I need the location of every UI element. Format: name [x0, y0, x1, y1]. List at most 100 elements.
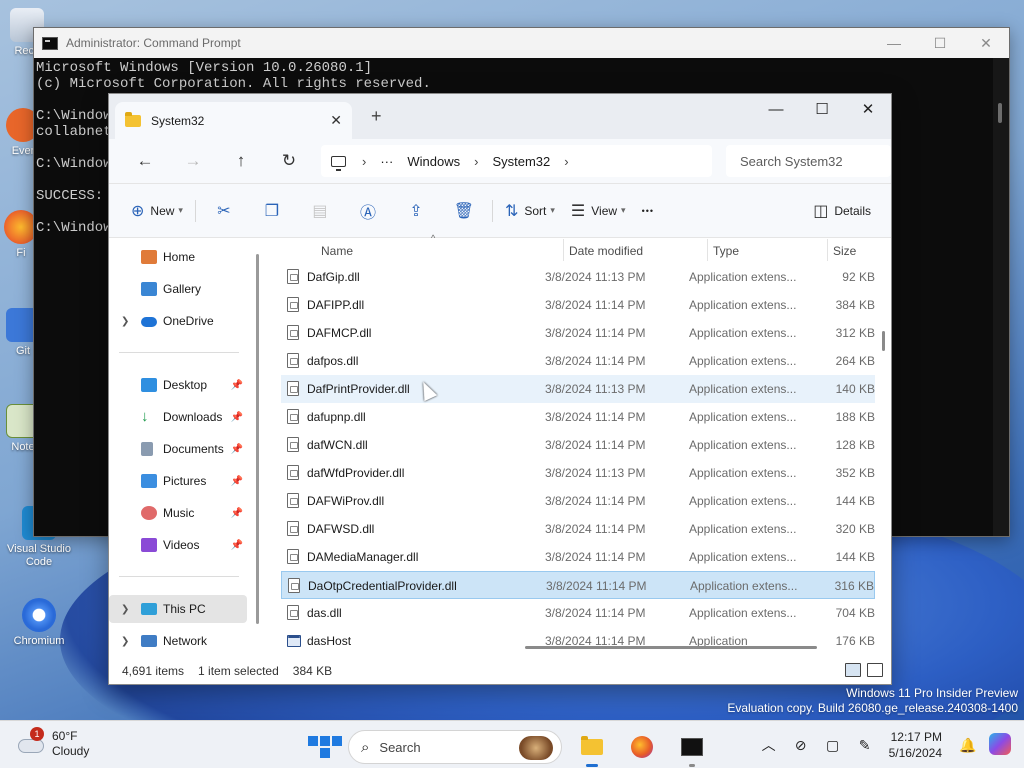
sidebar-item-home[interactable]: Home: [109, 243, 247, 271]
file-name: dafupnp.dll: [307, 410, 366, 424]
vertical-scrollbar[interactable]: [882, 331, 885, 351]
tab-system32[interactable]: System32 ✕: [115, 102, 352, 139]
share-button[interactable]: ⇪: [392, 195, 440, 227]
start-button[interactable]: [308, 730, 342, 764]
minimize-button[interactable]: —: [753, 94, 799, 124]
details-pane-button[interactable]: ◫ Details: [805, 195, 879, 227]
taskbar-terminal[interactable]: [672, 727, 712, 767]
file-explorer-window[interactable]: System32 ✕ + — ☐ ✕ ← → ↑ ↻ › ··· Windows…: [108, 93, 892, 685]
breadcrumb-overflow[interactable]: ···: [380, 154, 393, 169]
navigation-pane[interactable]: Home Gallery ❯ OneDrive Desktop 📌 ↓ Down…: [109, 239, 259, 659]
taskbar-file-explorer[interactable]: [572, 727, 612, 767]
close-button[interactable]: ✕: [845, 94, 891, 124]
search-input[interactable]: Search System32: [726, 145, 891, 177]
pin-icon[interactable]: 📌: [231, 508, 243, 519]
chevron-right-icon[interactable]: ❯: [121, 316, 129, 327]
file-rows: DafGip.dll 3/8/2024 11:13 PM Application e…: [281, 263, 875, 655]
view-button[interactable]: ☰ View ▾: [563, 195, 634, 227]
notification-bell-icon[interactable]: 🔔: [952, 737, 984, 754]
breadcrumb-system32[interactable]: System32: [492, 154, 550, 169]
sidebar-item-downloads[interactable]: ↓ Downloads 📌: [109, 403, 247, 431]
nav-divider: [119, 576, 239, 577]
up-button[interactable]: ↑: [217, 151, 265, 171]
new-tab-button[interactable]: +: [371, 106, 382, 127]
new-button[interactable]: ⊕ New ▾: [123, 195, 191, 227]
delete-button[interactable]: 🗑: [440, 195, 488, 227]
chevron-right-icon[interactable]: ❯: [121, 636, 129, 647]
rename-button[interactable]: Ⓐ: [344, 195, 392, 227]
sidebar-item-gallery[interactable]: Gallery: [109, 275, 247, 303]
watermark-line: Windows 11 Pro Insider Preview: [846, 686, 1018, 700]
chromium-icon: [22, 598, 56, 632]
table-row[interactable]: dafWfdProvider.dll 3/8/2024 11:13 PM Appli…: [281, 459, 875, 487]
column-header-size[interactable]: Size: [827, 239, 856, 261]
cut-button[interactable]: ✂: [200, 195, 248, 227]
table-row[interactable]: dafpos.dll 3/8/2024 11:14 PM Application e…: [281, 347, 875, 375]
table-row[interactable]: DaOtpCredentialProvider.dll 3/8/2024 11:1…: [281, 571, 875, 599]
pin-icon[interactable]: 📌: [231, 412, 243, 423]
column-header-date[interactable]: Date modified: [563, 239, 643, 261]
more-options-button[interactable]: •••: [634, 195, 662, 227]
table-row[interactable]: DAFIPP.dll 3/8/2024 11:14 PM Application e…: [281, 291, 875, 319]
sidebar-item-label: Gallery: [163, 282, 202, 296]
pin-icon[interactable]: 📌: [231, 444, 243, 455]
phone-link-icon[interactable]: ▢: [817, 737, 849, 754]
scroll-thumb[interactable]: [998, 103, 1002, 123]
back-button[interactable]: ←: [121, 151, 169, 171]
close-button[interactable]: ✕: [963, 35, 1009, 52]
copilot-icon[interactable]: [984, 732, 1016, 758]
cmd-scrollbar[interactable]: [993, 58, 1009, 536]
sidebar-item-onedrive[interactable]: ❯ OneDrive: [109, 307, 247, 335]
network-offline-icon[interactable]: ⊘: [785, 737, 817, 754]
taskbar-firefox[interactable]: [622, 727, 662, 767]
horizontal-scrollbar[interactable]: [525, 646, 817, 649]
paste-button[interactable]: ▤: [296, 195, 344, 227]
maximize-button[interactable]: ☐: [917, 35, 963, 52]
column-header-name[interactable]: Name: [321, 244, 353, 258]
maximize-button[interactable]: ☐: [799, 94, 845, 124]
address-bar[interactable]: › ··· Windows › System32 ›: [321, 145, 712, 177]
refresh-button[interactable]: ↻: [265, 151, 313, 171]
sidebar-item-label: Downloads: [163, 410, 223, 424]
table-row[interactable]: dafWCN.dll 3/8/2024 11:14 PM Application e…: [281, 431, 875, 459]
table-row[interactable]: DAFMCP.dll 3/8/2024 11:14 PM Application e…: [281, 319, 875, 347]
table-row[interactable]: DAFWSD.dll 3/8/2024 11:14 PM Application e…: [281, 515, 875, 543]
pen-icon[interactable]: ✎: [849, 737, 881, 754]
forward-button[interactable]: →: [169, 151, 217, 171]
copy-button[interactable]: ❐: [248, 195, 296, 227]
minimize-button[interactable]: —: [871, 35, 917, 52]
sidebar-item-videos[interactable]: Videos 📌: [109, 531, 247, 559]
desktop-icon-chromium[interactable]: Chromium: [4, 598, 74, 648]
table-row[interactable]: dasHost 3/8/2024 11:14 PM Application 176 K…: [281, 627, 875, 655]
sidebar-item-music[interactable]: Music 📌: [109, 499, 247, 527]
pin-icon[interactable]: 📌: [231, 540, 243, 551]
table-row[interactable]: dafupnp.dll 3/8/2024 11:14 PM Application …: [281, 403, 875, 431]
details-view-icon[interactable]: [845, 663, 861, 677]
sidebar-item-desktop[interactable]: Desktop 📌: [109, 371, 247, 399]
table-row[interactable]: DafGip.dll 3/8/2024 11:13 PM Application e…: [281, 263, 875, 291]
taskbar-search[interactable]: ⌕ Search: [348, 730, 562, 764]
table-row[interactable]: DAMediaManager.dll 3/8/2024 11:14 PM Appli…: [281, 543, 875, 571]
chevron-right-icon[interactable]: ›: [564, 154, 568, 169]
file-list[interactable]: ^ Name Date modified Type Size DafGip.dl…: [257, 233, 891, 659]
sort-button[interactable]: ⇅ Sort ▾: [497, 195, 563, 227]
chevron-up-icon[interactable]: ︿: [753, 735, 785, 755]
column-header-type[interactable]: Type: [707, 239, 739, 261]
tiles-view-icon[interactable]: [867, 663, 883, 677]
sidebar-item-pictures[interactable]: Pictures 📌: [109, 467, 247, 495]
weather-widget[interactable]: 1 60°F Cloudy: [16, 727, 89, 759]
cmd-titlebar[interactable]: Administrator: Command Prompt — ☐ ✕: [34, 28, 1009, 58]
pin-icon[interactable]: 📌: [231, 476, 243, 487]
table-row[interactable]: DAFWiProv.dll 3/8/2024 11:14 PM Applicatio…: [281, 487, 875, 515]
pictures-icon: [141, 474, 157, 488]
table-row[interactable]: DafPrintProvider.dll 3/8/2024 11:13 PM App…: [281, 375, 875, 403]
chevron-right-icon[interactable]: ❯: [121, 604, 129, 615]
sidebar-item-network[interactable]: ❯ Network: [109, 627, 247, 655]
table-row[interactable]: das.dll 3/8/2024 11:14 PM Application exte…: [281, 599, 875, 627]
close-tab-icon[interactable]: ✕: [330, 112, 342, 129]
pin-icon[interactable]: 📌: [231, 380, 243, 391]
sidebar-item-this-pc[interactable]: ❯ This PC: [109, 595, 247, 623]
clock[interactable]: 12:17 PM 5/16/2024: [889, 729, 942, 761]
sidebar-item-documents[interactable]: Documents 📌: [109, 435, 247, 463]
breadcrumb-windows[interactable]: Windows: [407, 154, 460, 169]
